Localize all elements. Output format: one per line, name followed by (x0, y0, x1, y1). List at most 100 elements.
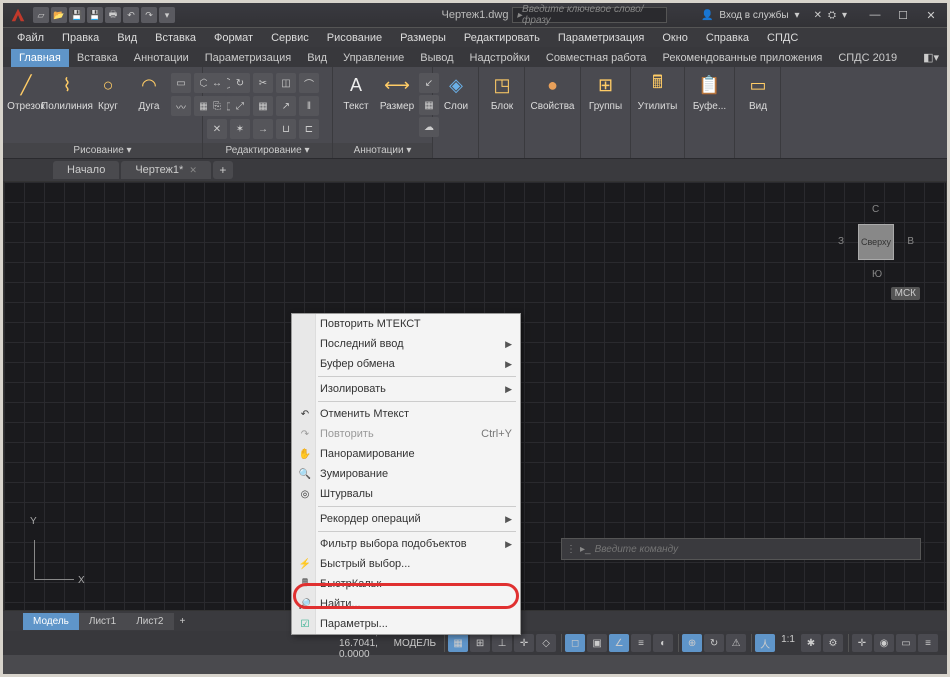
tab-spds[interactable]: СПДС 2019 (830, 49, 905, 67)
qat-undo-icon[interactable]: ↶ (123, 7, 139, 23)
cmd-handle-icon[interactable]: ⋮ (566, 544, 576, 555)
viewcube-east[interactable]: В (907, 236, 914, 247)
menu-view[interactable]: Вид (109, 30, 145, 46)
menu-window[interactable]: Окно (654, 30, 696, 46)
autodesk-icon[interactable]: ⛭ (828, 10, 836, 21)
viewcube-wcs[interactable]: МСК (891, 287, 920, 300)
tool-layers[interactable]: ◈Слои (437, 69, 475, 114)
sb-transparency-icon[interactable]: ◐ (653, 634, 673, 652)
tool-properties[interactable]: ●Свойства (529, 69, 576, 114)
tab-insert[interactable]: Вставка (69, 49, 126, 67)
panel-modify-title[interactable]: Редактирование ▾ (203, 143, 332, 158)
sb-annomonitor-icon[interactable]: ⚠ (726, 634, 746, 652)
ctx-wheels[interactable]: ◎Штурвалы (292, 484, 520, 504)
help-search-input[interactable]: ▸ Введите ключевое слово/фразу (512, 7, 667, 23)
qat-new-icon[interactable]: ▱ (33, 7, 49, 23)
mod-explode-icon[interactable]: ✶ (230, 119, 250, 139)
ctx-action-recorder[interactable]: Рекордер операций▶ (292, 509, 520, 529)
qat-redo-icon[interactable]: ↷ (141, 7, 157, 23)
qat-print-icon[interactable]: 🖶 (105, 7, 121, 23)
mod-erase-icon[interactable]: ✕ (207, 119, 227, 139)
draw-small-4[interactable]: 〰 (171, 96, 191, 116)
status-space[interactable]: МОДЕЛЬ (388, 638, 442, 649)
sb-osnap-icon[interactable]: ◻ (565, 634, 585, 652)
sb-3dosnap-icon[interactable]: ▣ (587, 634, 607, 652)
close-button[interactable]: ✕ (917, 5, 945, 25)
menu-parametric[interactable]: Параметризация (550, 30, 652, 46)
app-logo-icon[interactable] (7, 5, 29, 25)
sb-ortho-icon[interactable]: ⊥ (492, 634, 512, 652)
tool-line[interactable]: ╱Отрезок (7, 69, 45, 114)
layout-tab-sheet1[interactable]: Лист1 (79, 613, 126, 630)
tool-utilities[interactable]: 🖩Утилиты (635, 69, 680, 114)
mod-offset-icon[interactable]: ‖ (299, 96, 319, 116)
menu-dimension[interactable]: Размеры (392, 30, 454, 46)
login-dropdown-icon[interactable]: ▾ (795, 10, 800, 21)
tool-block[interactable]: ◳Блок (483, 69, 521, 114)
layout-tab-model[interactable]: Модель (23, 613, 79, 630)
menu-edit[interactable]: Правка (54, 30, 107, 46)
sb-ws-icon[interactable]: ✛ (852, 634, 872, 652)
exchange-icon[interactable]: ✕ (814, 10, 822, 21)
tab-addins[interactable]: Надстройки (462, 49, 538, 67)
tab-annotate[interactable]: Аннотации (126, 49, 197, 67)
draw-small-1[interactable]: ▭ (171, 73, 191, 93)
qat-open-icon[interactable]: 📂 (51, 7, 67, 23)
ctx-isolate[interactable]: Изолировать▶ (292, 379, 520, 399)
maximize-button[interactable]: ☐ (889, 5, 917, 25)
mod-extend-icon[interactable]: → (253, 119, 273, 139)
tool-polyline[interactable]: ⌇Полилиния (48, 69, 86, 114)
mod-move-icon[interactable]: ↔ (207, 73, 227, 93)
menu-insert[interactable]: Вставка (147, 30, 204, 46)
mod-scale-icon[interactable]: ⤢ (230, 96, 250, 116)
ctx-quickcalc[interactable]: 🖩БыстрКальк (292, 574, 520, 594)
mod-fillet-icon[interactable]: ⌒ (299, 73, 319, 93)
ctx-recent-input[interactable]: Последний ввод▶ (292, 334, 520, 354)
status-scale[interactable]: 1:1 (777, 634, 799, 652)
doc-tab-start[interactable]: Начало (53, 161, 119, 179)
qat-save-icon[interactable]: 💾 (69, 7, 85, 23)
sb-clean-icon[interactable]: ▭ (896, 634, 916, 652)
sb-hardware-icon[interactable]: ◉ (874, 634, 894, 652)
tab-manage[interactable]: Управление (335, 49, 412, 67)
sb-otrack-icon[interactable]: ∠ (609, 634, 629, 652)
sb-cycle-icon[interactable]: ↻ (704, 634, 724, 652)
sb-iso-icon[interactable]: ◇ (536, 634, 556, 652)
menu-file[interactable]: Файл (9, 30, 52, 46)
mod-break-icon[interactable]: ⊏ (299, 119, 319, 139)
ctx-find[interactable]: 🔎Найти... (292, 594, 520, 614)
menu-draw[interactable]: Рисование (319, 30, 390, 46)
viewcube-face[interactable]: Сверху (858, 224, 894, 260)
menu-modify[interactable]: Редактировать (456, 30, 548, 46)
tab-parametric[interactable]: Параметризация (197, 49, 299, 67)
help-dropdown-icon[interactable]: ▾ (842, 10, 847, 21)
ctx-repeat[interactable]: Повторить МТЕКСТ (292, 314, 520, 334)
tab-featured[interactable]: Рекомендованные приложения (655, 49, 831, 67)
ctx-undo[interactable]: ↶Отменить Мтекст (292, 404, 520, 424)
login-label[interactable]: Вход в службы (719, 10, 788, 21)
tool-groups[interactable]: ⊞Группы (585, 69, 626, 114)
ctx-clipboard[interactable]: Буфер обмена▶ (292, 354, 520, 374)
tab-home[interactable]: Главная (11, 49, 69, 67)
layout-tab-sheet2[interactable]: Лист2 (126, 613, 173, 630)
mod-copy-icon[interactable]: ⎘ (207, 96, 227, 116)
tool-circle[interactable]: ○Круг (89, 69, 127, 114)
panel-annot-title[interactable]: Аннотации ▾ (333, 143, 432, 158)
menu-help[interactable]: Справка (698, 30, 757, 46)
ctx-pan[interactable]: ✋Панорамирование (292, 444, 520, 464)
qat-saveas-icon[interactable]: 💾 (87, 7, 103, 23)
tool-arc[interactable]: ◠Дуга (130, 69, 168, 114)
command-line[interactable]: ⋮ ▸_ (561, 538, 921, 560)
qat-more-icon[interactable]: ▾ (159, 7, 175, 23)
panel-draw-title[interactable]: Рисование ▾ (3, 143, 202, 158)
sb-annoviz-icon[interactable]: ✱ (801, 634, 821, 652)
tab-collab[interactable]: Совместная работа (538, 49, 655, 67)
menu-format[interactable]: Формат (206, 30, 261, 46)
command-input[interactable] (595, 544, 916, 555)
tool-view[interactable]: ▭Вид (739, 69, 777, 114)
tool-clipboard[interactable]: 📋Буфе... (689, 69, 730, 114)
ctx-subobject-filter[interactable]: Фильтр выбора подобъектов▶ (292, 534, 520, 554)
menu-tools[interactable]: Сервис (263, 30, 317, 46)
doc-tab-drawing1[interactable]: Чертеж1*✕ (121, 161, 211, 179)
sb-custom-icon[interactable]: ≡ (918, 634, 938, 652)
